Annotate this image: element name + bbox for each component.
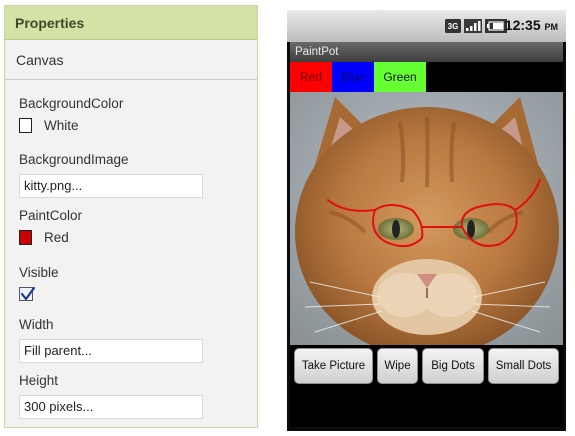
clock-time: 12:35: [504, 17, 541, 33]
red-button[interactable]: Red: [290, 62, 332, 92]
app-screen: Red Blue Green Take Picture Wipe Big Dot…: [290, 62, 563, 427]
big-dots-button[interactable]: Big Dots: [422, 348, 484, 384]
app-title-bar: PaintPot: [290, 42, 563, 62]
prop-background-image: BackgroundImage kitty.png...: [19, 150, 203, 198]
background-image-label: BackgroundImage: [19, 152, 129, 167]
background-color-label: BackgroundColor: [19, 96, 124, 111]
small-dots-button[interactable]: Small Dots: [488, 348, 559, 384]
battery-icon: [485, 19, 507, 33]
height-label: Height: [19, 373, 59, 388]
prop-background-color: BackgroundColor White: [19, 94, 123, 133]
prop-paint-color: PaintColor Red: [19, 206, 82, 245]
green-button[interactable]: Green: [374, 62, 426, 92]
clock-ampm: PM: [544, 22, 559, 32]
properties-panel: Properties Canvas BackgroundColor White …: [4, 5, 258, 428]
background-image-field[interactable]: kitty.png...: [19, 174, 203, 198]
drawing-canvas[interactable]: [290, 92, 563, 345]
status-bar: 3G 12:35 PM: [287, 10, 566, 42]
action-button-row: Take Picture Wipe Big Dots Small Dots: [290, 348, 563, 388]
prop-width: Width Fill parent...: [19, 315, 203, 363]
svg-text:3G: 3G: [448, 22, 459, 31]
status-clock: 12:35 PM: [505, 17, 558, 33]
take-picture-button[interactable]: Take Picture: [294, 348, 373, 384]
visible-label: Visible: [19, 265, 59, 280]
3g-icon: 3G: [445, 19, 461, 33]
background-color-value[interactable]: White: [44, 118, 79, 133]
properties-header: Properties: [5, 6, 257, 40]
width-label: Width: [19, 317, 54, 332]
paint-color-value[interactable]: Red: [44, 230, 69, 245]
background-color-swatch[interactable]: [19, 118, 32, 133]
paint-color-label: PaintColor: [19, 208, 83, 223]
paint-color-swatch[interactable]: [19, 230, 32, 245]
blue-button[interactable]: Blue: [332, 62, 374, 92]
wipe-button[interactable]: Wipe: [377, 348, 418, 384]
kitty-photo: [290, 92, 563, 345]
paint-color-picker[interactable]: Red: [19, 230, 82, 245]
width-field[interactable]: Fill parent...: [19, 339, 203, 363]
visible-checkbox[interactable]: [19, 286, 36, 301]
signal-icon: [464, 19, 482, 33]
checkmark-icon: [20, 286, 36, 301]
phone-frame: 3G 12:35 PM PaintPot Red Blue Green Take…: [287, 10, 566, 431]
prop-visible: Visible: [19, 263, 59, 301]
background-color-picker[interactable]: White: [19, 118, 123, 133]
prop-height: Height 300 pixels...: [19, 371, 203, 419]
height-field[interactable]: 300 pixels...: [19, 395, 203, 419]
component-name: Canvas: [5, 40, 257, 80]
